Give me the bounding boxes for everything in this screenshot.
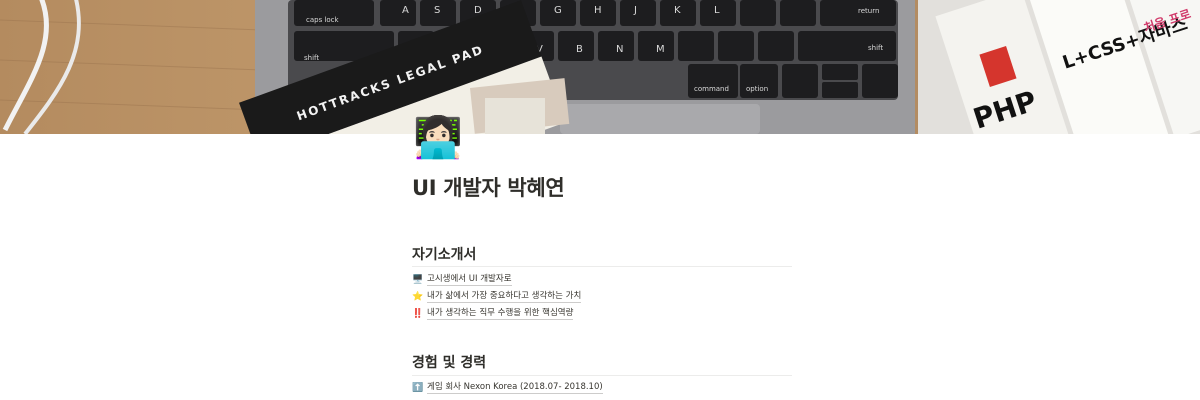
desktop-computer-icon: 🖥️ xyxy=(412,274,424,285)
key-return: return xyxy=(858,7,879,15)
page-link-core-competencies[interactable]: ‼️ 내가 생각하는 직무 수행을 위한 핵심역량 xyxy=(412,307,574,320)
section-divider xyxy=(412,266,792,267)
svg-text:S: S xyxy=(434,5,440,16)
key-shift-right: shift xyxy=(868,44,883,52)
svg-text:A: A xyxy=(402,5,409,16)
section-heading-experience: 경험 및 경력 xyxy=(412,355,487,371)
up-arrow-icon: ⬆️ xyxy=(412,382,424,393)
section-divider xyxy=(412,375,792,376)
svg-text:N: N xyxy=(616,44,623,55)
key-command: command xyxy=(694,85,729,93)
page-title: UI 개발자 박혜연 xyxy=(412,176,565,200)
svg-text:D: D xyxy=(474,5,482,16)
svg-text:M: M xyxy=(656,44,665,55)
page-icon-avatar[interactable]: 👩🏻‍💻 xyxy=(412,112,464,164)
cover-illustration: caps lock shift command option return sh… xyxy=(0,0,1200,134)
page-link-label: 내가 삶에서 가장 중요하다고 생각하는 가치 xyxy=(427,291,582,303)
key-shift-left: shift xyxy=(304,54,319,62)
cover-image: caps lock shift command option return sh… xyxy=(0,0,1200,134)
svg-text:H: H xyxy=(594,5,602,16)
page-link-life-values[interactable]: ⭐ 내가 삶에서 가장 중요하다고 생각하는 가치 xyxy=(412,290,582,303)
page-link-label: 내가 생각하는 직무 수행을 위한 핵심역량 xyxy=(427,308,574,320)
section-heading-self-introduction: 자기소개서 xyxy=(412,247,477,263)
page-link-label: 고시생에서 UI 개발자로 xyxy=(427,274,512,286)
svg-text:L: L xyxy=(714,5,720,16)
svg-text:G: G xyxy=(554,5,562,16)
key-caps-lock: caps lock xyxy=(306,16,340,24)
double-exclamation-icon: ‼️ xyxy=(412,308,424,319)
star-icon: ⭐ xyxy=(412,291,424,302)
svg-text:B: B xyxy=(576,44,583,55)
key-option: option xyxy=(746,85,768,93)
svg-text:J: J xyxy=(633,5,637,16)
svg-text:K: K xyxy=(674,5,681,16)
page-link-nexon-korea[interactable]: ⬆️ 게임 회사 Nexon Korea (2018.07- 2018.10) xyxy=(412,381,603,394)
page-link-ui-developer-story[interactable]: 🖥️ 고시생에서 UI 개발자로 xyxy=(412,273,512,286)
page-link-label: 게임 회사 Nexon Korea (2018.07- 2018.10) xyxy=(427,382,603,394)
